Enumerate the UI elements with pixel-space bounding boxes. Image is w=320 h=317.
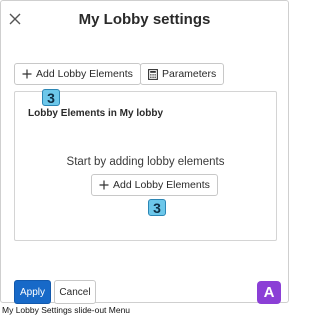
callout-badge-content: 3 (148, 199, 166, 216)
add-lobby-elements-inline-label: Add Lobby Elements (113, 179, 210, 191)
apply-button[interactable]: Apply (14, 280, 51, 304)
add-lobby-elements-button[interactable]: Add Lobby Elements (14, 63, 141, 85)
corner-label-badge: A (257, 281, 281, 304)
lobby-settings-panel: My Lobby settings Add Lobby Elements Par… (0, 0, 289, 304)
panel-title: My Lobby settings (78, 11, 211, 28)
section-title: Lobby Elements in My lobby (28, 108, 164, 119)
plus-icon (99, 180, 109, 190)
empty-state-message: Start by adding lobby elements (66, 156, 225, 168)
callout-badge-toolbar: 3 (42, 89, 60, 106)
parameters-button[interactable]: Parameters (140, 63, 225, 85)
lobby-elements-section: Lobby Elements in My lobby Start by addi… (14, 91, 277, 241)
figure-caption: My Lobby Settings slide-out Menu (2, 305, 131, 315)
add-lobby-elements-inline-button[interactable]: Add Lobby Elements (91, 174, 218, 196)
parameters-label: Parameters (162, 68, 217, 80)
plus-icon (22, 69, 32, 79)
add-lobby-elements-label: Add Lobby Elements (36, 68, 133, 80)
cancel-button[interactable]: Cancel (54, 280, 96, 304)
calculator-icon (148, 68, 158, 80)
